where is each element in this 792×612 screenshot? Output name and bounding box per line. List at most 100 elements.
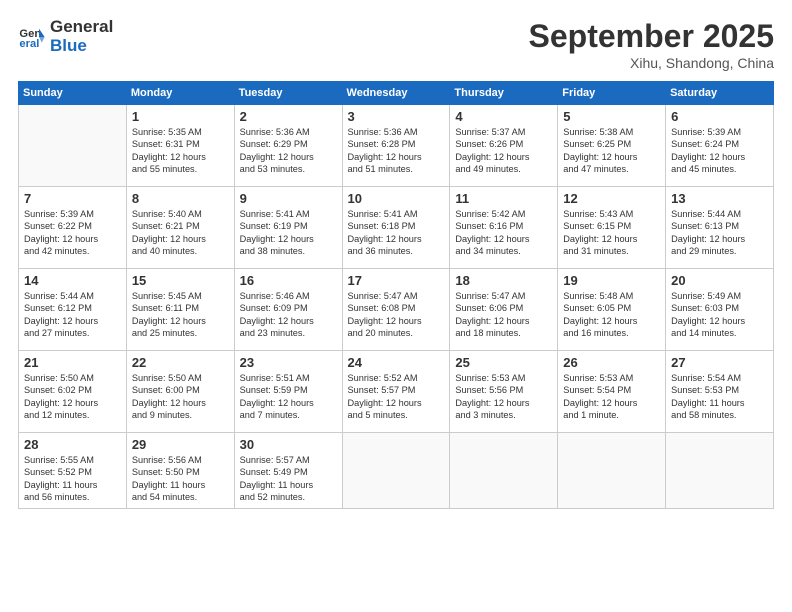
day-info: Sunrise: 5:50 AM Sunset: 6:02 PM Dayligh… [24,372,121,422]
calendar-table: Sunday Monday Tuesday Wednesday Thursday… [18,81,774,509]
calendar-cell: 1 Sunrise: 5:35 AM Sunset: 6:31 PM Daylig… [126,105,234,187]
calendar-cell [19,105,127,187]
day-number: 24 [348,355,445,370]
calendar-cell: 30 Sunrise: 5:57 AM Sunset: 5:49 PM Dayli… [234,433,342,509]
col-friday: Friday [558,82,666,105]
day-number: 30 [240,437,337,452]
day-number: 28 [24,437,121,452]
location: Xihu, Shandong, China [529,55,774,71]
col-sunday: Sunday [19,82,127,105]
svg-text:eral: eral [19,37,39,49]
day-number: 25 [455,355,552,370]
calendar-cell: 27 Sunrise: 5:54 AM Sunset: 5:53 PM Dayli… [666,351,774,433]
day-number: 19 [563,273,660,288]
calendar-cell [342,433,450,509]
day-info: Sunrise: 5:44 AM Sunset: 6:12 PM Dayligh… [24,290,121,340]
calendar-cell: 24 Sunrise: 5:52 AM Sunset: 5:57 PM Dayli… [342,351,450,433]
calendar-cell [666,433,774,509]
day-info: Sunrise: 5:36 AM Sunset: 6:29 PM Dayligh… [240,126,337,176]
calendar-cell: 21Sunrise: 5:50 AM Sunset: 6:02 PM Dayli… [19,351,127,433]
day-number: 23 [240,355,337,370]
day-number: 26 [563,355,660,370]
day-info: Sunrise: 5:57 AM Sunset: 5:49 PM Dayligh… [240,454,337,504]
col-monday: Monday [126,82,234,105]
calendar-cell: 19 Sunrise: 5:48 AM Sunset: 6:05 PM Dayli… [558,269,666,351]
day-info: Sunrise: 5:38 AM Sunset: 6:25 PM Dayligh… [563,126,660,176]
day-info: Sunrise: 5:35 AM Sunset: 6:31 PM Dayligh… [132,126,229,176]
calendar-week-row: 28 Sunrise: 5:55 AM Sunset: 5:52 PM Dayli… [19,433,774,509]
day-info: Sunrise: 5:53 AM Sunset: 5:54 PM Dayligh… [563,372,660,422]
day-info: Sunrise: 5:56 AM Sunset: 5:50 PM Dayligh… [132,454,229,504]
day-info: Sunrise: 5:46 AM Sunset: 6:09 PM Dayligh… [240,290,337,340]
calendar-cell: 16 Sunrise: 5:46 AM Sunset: 6:09 PM Dayli… [234,269,342,351]
calendar-cell: 22Sunrise: 5:50 AM Sunset: 6:00 PM Dayli… [126,351,234,433]
day-number: 9 [240,191,337,206]
calendar-week-row: 21Sunrise: 5:50 AM Sunset: 6:02 PM Dayli… [19,351,774,433]
day-number: 12 [563,191,660,206]
day-number: 5 [563,109,660,124]
day-info: Sunrise: 5:53 AM Sunset: 5:56 PM Dayligh… [455,372,552,422]
col-thursday: Thursday [450,82,558,105]
calendar-cell: 9Sunrise: 5:41 AM Sunset: 6:19 PM Daylig… [234,187,342,269]
calendar-cell: 13 Sunrise: 5:44 AM Sunset: 6:13 PM Dayli… [666,187,774,269]
day-number: 8 [132,191,229,206]
day-number: 27 [671,355,768,370]
day-number: 6 [671,109,768,124]
day-info: Sunrise: 5:48 AM Sunset: 6:05 PM Dayligh… [563,290,660,340]
logo: Gen eral General Blue [18,18,113,55]
calendar-week-row: 14Sunrise: 5:44 AM Sunset: 6:12 PM Dayli… [19,269,774,351]
day-number: 10 [348,191,445,206]
logo-icon: Gen eral [18,23,46,51]
calendar-week-row: 1 Sunrise: 5:35 AM Sunset: 6:31 PM Daylig… [19,105,774,187]
col-tuesday: Tuesday [234,82,342,105]
day-info: Sunrise: 5:45 AM Sunset: 6:11 PM Dayligh… [132,290,229,340]
day-number: 18 [455,273,552,288]
calendar-cell: 18 Sunrise: 5:47 AM Sunset: 6:06 PM Dayli… [450,269,558,351]
day-info: Sunrise: 5:37 AM Sunset: 6:26 PM Dayligh… [455,126,552,176]
day-info: Sunrise: 5:44 AM Sunset: 6:13 PM Dayligh… [671,208,768,258]
day-number: 7 [24,191,121,206]
day-number: 15 [132,273,229,288]
day-info: Sunrise: 5:47 AM Sunset: 6:06 PM Dayligh… [455,290,552,340]
calendar-cell: 15 Sunrise: 5:45 AM Sunset: 6:11 PM Dayli… [126,269,234,351]
day-number: 29 [132,437,229,452]
day-info: Sunrise: 5:39 AM Sunset: 6:24 PM Dayligh… [671,126,768,176]
logo-text-blue: Blue [50,36,87,55]
calendar-cell: 20 Sunrise: 5:49 AM Sunset: 6:03 PM Dayli… [666,269,774,351]
day-number: 17 [348,273,445,288]
day-number: 13 [671,191,768,206]
day-info: Sunrise: 5:49 AM Sunset: 6:03 PM Dayligh… [671,290,768,340]
calendar-cell: 8Sunrise: 5:40 AM Sunset: 6:21 PM Daylig… [126,187,234,269]
calendar-cell: 3Sunrise: 5:36 AM Sunset: 6:28 PM Daylig… [342,105,450,187]
calendar-cell: 7 Sunrise: 5:39 AM Sunset: 6:22 PM Daylig… [19,187,127,269]
day-number: 11 [455,191,552,206]
day-info: Sunrise: 5:52 AM Sunset: 5:57 PM Dayligh… [348,372,445,422]
calendar-cell: 10Sunrise: 5:41 AM Sunset: 6:18 PM Dayli… [342,187,450,269]
calendar-cell: 23Sunrise: 5:51 AM Sunset: 5:59 PM Dayli… [234,351,342,433]
calendar-week-row: 7 Sunrise: 5:39 AM Sunset: 6:22 PM Daylig… [19,187,774,269]
title-block: September 2025 Xihu, Shandong, China [529,18,774,71]
calendar-cell: 4 Sunrise: 5:37 AM Sunset: 6:26 PM Daylig… [450,105,558,187]
col-saturday: Saturday [666,82,774,105]
calendar-cell: 12Sunrise: 5:43 AM Sunset: 6:15 PM Dayli… [558,187,666,269]
calendar-cell [558,433,666,509]
page-header: Gen eral General Blue September 2025 Xih… [18,18,774,71]
day-info: Sunrise: 5:39 AM Sunset: 6:22 PM Dayligh… [24,208,121,258]
calendar-cell: 29 Sunrise: 5:56 AM Sunset: 5:50 PM Dayli… [126,433,234,509]
col-wednesday: Wednesday [342,82,450,105]
month-title: September 2025 [529,18,774,55]
day-info: Sunrise: 5:54 AM Sunset: 5:53 PM Dayligh… [671,372,768,422]
calendar-cell: 6 Sunrise: 5:39 AM Sunset: 6:24 PM Daylig… [666,105,774,187]
day-number: 16 [240,273,337,288]
day-number: 20 [671,273,768,288]
logo-text-general: General [50,17,113,36]
calendar-cell: 25 Sunrise: 5:53 AM Sunset: 5:56 PM Dayli… [450,351,558,433]
calendar-cell: 17Sunrise: 5:47 AM Sunset: 6:08 PM Dayli… [342,269,450,351]
calendar-cell: 11Sunrise: 5:42 AM Sunset: 6:16 PM Dayli… [450,187,558,269]
day-number: 4 [455,109,552,124]
day-info: Sunrise: 5:55 AM Sunset: 5:52 PM Dayligh… [24,454,121,504]
calendar-header-row: Sunday Monday Tuesday Wednesday Thursday… [19,82,774,105]
day-number: 22 [132,355,229,370]
day-number: 1 [132,109,229,124]
day-info: Sunrise: 5:36 AM Sunset: 6:28 PM Dayligh… [348,126,445,176]
